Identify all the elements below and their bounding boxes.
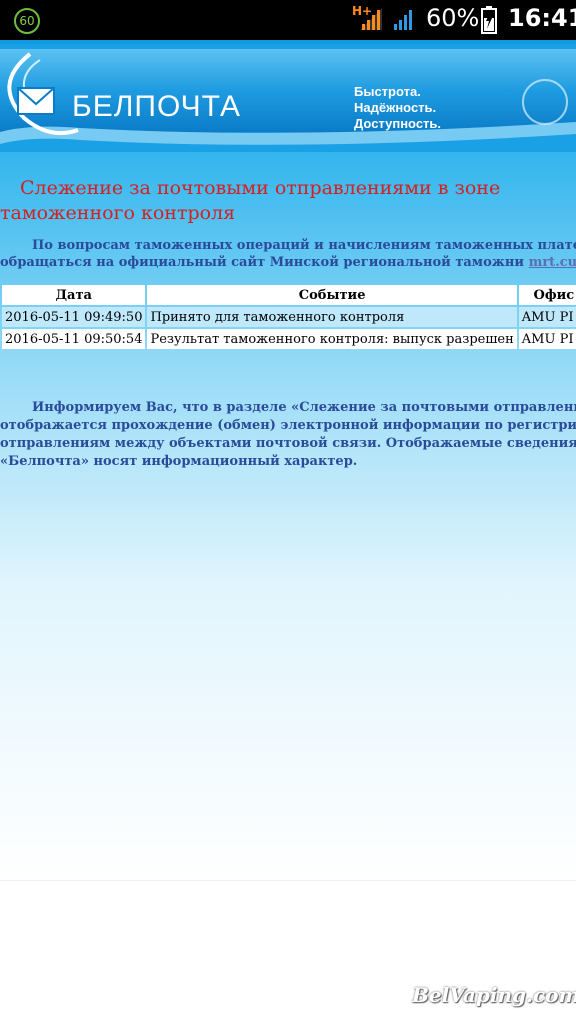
customs-site-link[interactable]: mrt.custom	[529, 255, 576, 270]
customs-notice: По вопросам таможенных операций и начисл…	[0, 237, 576, 271]
info-paragraph: Информируем Вас, что в разделе «Слежение…	[0, 399, 576, 471]
page-title: Слежение за почтовыми отправлениями в зо…	[0, 176, 560, 226]
notification-badge-icon: 60	[14, 8, 40, 34]
table-header-row: Дата Событие Офис	[2, 285, 576, 305]
tracking-table: Дата Событие Офис 2016-05-11 09:49:50 Пр…	[0, 283, 576, 351]
customs-notice-line-2: обращаться на официальный сайт Минской р…	[0, 255, 576, 270]
column-header-event: Событие	[147, 285, 517, 305]
slogan-line-1: Быстрота.	[354, 84, 421, 99]
page-title-line-1: Слежение за почтовыми отправлениями в зо…	[20, 177, 501, 199]
column-header-office: Офис	[518, 285, 576, 305]
column-header-date: Дата	[2, 285, 146, 305]
info-line-1: Информируем Вас, что в разделе «Слежение…	[32, 400, 576, 415]
signal-strength-icon	[360, 8, 382, 30]
customs-notice-line-1: По вопросам таможенных операций и начисл…	[32, 238, 576, 253]
cell-office: AMU PI 2	[518, 307, 576, 327]
cell-date: 2016-05-11 09:49:50	[2, 307, 146, 327]
envelope-icon	[17, 87, 55, 115]
table-row: 2016-05-11 09:49:50 Принято для таможенн…	[2, 307, 576, 327]
cell-office: AMU PI 2	[518, 329, 576, 349]
belpochta-logo-text: БЕЛПОЧТА	[72, 90, 241, 123]
clock: 16:41	[508, 4, 576, 32]
info-line-4: «Белпочта» носят информационный характер…	[0, 454, 358, 469]
battery-charging-icon	[481, 6, 497, 34]
table-row: 2016-05-11 09:50:54 Результат таможенног…	[2, 329, 576, 349]
slogan-line-3: Доступность.	[354, 116, 442, 131]
info-line-3: отправлениям между объектами почтовой св…	[0, 436, 576, 451]
slogan-line-2: Надёжность.	[354, 100, 437, 115]
cell-event: Результат таможенного контроля: выпуск р…	[147, 329, 517, 349]
watermark: BelVaping.com	[412, 983, 576, 1007]
cell-date: 2016-05-11 09:50:54	[2, 329, 146, 349]
info-line-2: отображается прохождение (обмен) электро…	[0, 418, 576, 433]
cell-event: Принято для таможенного контроля	[147, 307, 517, 327]
page-title-line-2: таможенного контроля	[0, 202, 236, 224]
battery-percent: 60%	[426, 4, 480, 32]
signal-strength-icon-2	[394, 10, 412, 30]
status-bar: 60 H+ 60% 16:41	[0, 0, 576, 40]
customs-notice-text: обращаться на официальный сайт Минской р…	[0, 255, 525, 270]
